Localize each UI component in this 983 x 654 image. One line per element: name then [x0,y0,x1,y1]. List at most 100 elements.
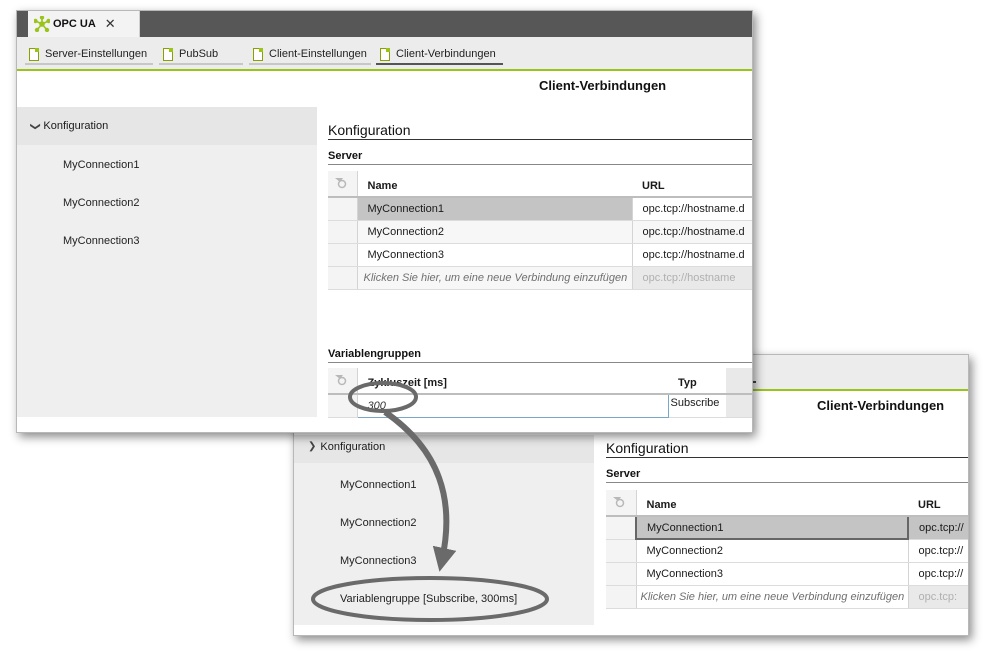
cell-name[interactable]: MyConnection1 [357,197,632,221]
toolbar-button-label: Server-Einstellungen [45,48,148,60]
chevron-down-icon: ❯ [29,121,41,131]
server-table: Name URL MyConnection1 opc.tcp:// MyConn… [606,490,968,609]
cell-name[interactable]: MyConnection3 [357,243,632,267]
table-row[interactable]: MyConnection2 opc.tcp://hostname.d [328,220,752,244]
cell-url[interactable]: opc.tcp://hostname.d [631,243,752,267]
table-new-row[interactable]: Klicken Sie hier, um eine neue Verbindun… [328,266,752,290]
cell-name[interactable]: MyConnection2 [636,539,908,563]
variable-groups-divider [328,362,752,363]
row-header[interactable] [328,197,358,221]
toolbar: Server-Einstellungen PubSub Client-Einst… [17,37,752,71]
cell-url[interactable]: opc.tcp:// [907,516,968,540]
column-header-spacer [726,368,752,395]
new-row-url-placeholder[interactable]: opc.tcp://hostname [631,266,752,290]
table-row[interactable]: 300 Subscribe [328,393,752,418]
page-icon [380,47,390,61]
table-row[interactable]: MyConnection1 opc.tcp://hostname.d [328,197,752,221]
table-row[interactable]: MyConnection2 opc.tcp:// [606,539,968,563]
cell-name[interactable]: MyConnection2 [357,220,632,244]
sidebar-item-myconnection2[interactable]: MyConnection2 [63,197,139,209]
cell-name[interactable]: MyConnection1 [635,515,909,540]
section-title: Konfiguration [328,122,411,138]
sidebar-item-myconnection1[interactable]: MyConnection1 [63,159,139,171]
table-header-row: Name URL [606,490,968,517]
toolbar-button-label: Client-Einstellungen [269,48,367,60]
table-row[interactable]: MyConnection3 opc.tcp://hostname.d [328,243,752,267]
sidebar-item-myconnection3[interactable]: MyConnection3 [63,235,139,247]
cell-url[interactable]: opc.tcp:// [907,562,968,586]
table-settings-cell[interactable] [328,171,358,198]
variable-groups-subtitle: Variablengruppen [328,348,421,360]
sidebar-section-label: Konfiguration [320,441,386,453]
column-header-url[interactable]: URL [908,490,968,517]
chevron-down-icon: ❯ [308,441,317,452]
new-row-placeholder[interactable]: Klicken Sie hier, um eine neue Verbindun… [636,585,908,609]
sidebar-item-myconnection2[interactable]: MyConnection2 [340,517,416,529]
variable-groups-table: Zykluszeit [ms] Typ 300 Subscribe [328,368,752,418]
row-header[interactable] [328,243,358,267]
toolbar-button-label: Client-Verbindungen [396,48,496,60]
table-settings-icon[interactable] [333,175,347,189]
sidebar-section-konfiguration[interactable]: ❯ Konfiguration [294,435,594,463]
page-title: Client-Verbindungen [817,398,945,413]
sidebar-section-konfiguration[interactable]: ❯ Konfiguration [17,107,317,145]
page-icon [163,47,173,61]
table-settings-cell[interactable] [606,490,637,517]
server-divider [606,482,968,483]
cell-url[interactable]: opc.tcp://hostname.d [631,220,752,244]
cycle-time-input[interactable]: 300 [356,393,669,418]
column-header-url[interactable]: URL [632,171,752,198]
toolbar-client-verbindungen-button[interactable]: Client-Verbindungen [376,45,503,65]
new-row-placeholder[interactable]: Klicken Sie hier, um eine neue Verbindun… [357,266,632,290]
tab-title: OPC UA [53,18,96,30]
table-new-row[interactable]: Klicken Sie hier, um eine neue Verbindun… [606,585,968,609]
cell-type[interactable]: Subscribe [668,394,726,418]
tab-opc-ua[interactable]: OPC UA ✕ [28,11,140,37]
table-row[interactable]: MyConnection3 opc.tcp:// [606,562,968,586]
row-header[interactable] [328,266,358,290]
toolbar-server-einstellungen-button[interactable]: Server-Einstellungen [25,45,153,65]
section-title: Konfiguration [606,440,689,456]
network-star-icon [33,15,51,33]
toolbar-pubsub-button[interactable]: PubSub [159,45,243,65]
page-icon [253,47,263,61]
close-icon[interactable]: ✕ [105,16,116,32]
toolbar-button-label: PubSub [179,48,219,60]
server-subtitle: Server [328,150,363,162]
sidebar-item-variablengruppe[interactable]: Variablengruppe [Subscribe, 300ms] [340,593,517,605]
row-header[interactable] [328,220,358,244]
column-header-zykluszeit[interactable]: Zykluszeit [ms] [357,368,668,395]
row-header[interactable] [328,394,358,418]
editor-window: OPC UA ✕ Server-Einstellungen PubSub Cli… [16,10,753,433]
table-settings-icon[interactable] [611,494,625,508]
row-header[interactable] [606,516,637,540]
main-panel: Konfiguration Server Name URL MyConnecti… [328,119,752,419]
server-table: Name URL MyConnection1 opc.tcp://hostnam… [328,171,752,290]
server-divider [328,164,752,165]
cell-url[interactable]: opc.tcp://hostname.d [631,197,752,221]
sidebar-item-myconnection3[interactable]: MyConnection3 [340,555,416,567]
sidebar-section-label: Konfiguration [43,120,109,132]
column-header-name[interactable]: Name [636,490,908,517]
tab-bar: OPC UA ✕ [17,11,752,37]
cell-url[interactable]: opc.tcp:// [907,539,968,563]
table-settings-cell[interactable] [328,368,358,395]
new-row-url-placeholder[interactable]: opc.tcp: [907,585,968,609]
row-header[interactable] [606,585,637,609]
main-panel: Konfiguration Server Name URL MyConnecti… [606,435,968,635]
section-divider [328,139,752,140]
table-row[interactable]: MyConnection1 opc.tcp:// [606,515,968,540]
row-header[interactable] [606,562,637,586]
table-settings-icon[interactable] [333,372,347,386]
table-header-row: Name URL [328,171,752,198]
column-header-name[interactable]: Name [357,171,632,198]
column-header-typ[interactable]: Typ [668,368,726,395]
cell-spacer [726,394,752,418]
sidebar-item-myconnection1[interactable]: MyConnection1 [340,479,416,491]
table-header-row: Zykluszeit [ms] Typ [328,368,752,395]
section-divider [606,457,968,458]
server-subtitle: Server [606,468,641,480]
row-header[interactable] [606,539,637,563]
cell-name[interactable]: MyConnection3 [636,562,908,586]
toolbar-client-einstellungen-button[interactable]: Client-Einstellungen [249,45,371,65]
